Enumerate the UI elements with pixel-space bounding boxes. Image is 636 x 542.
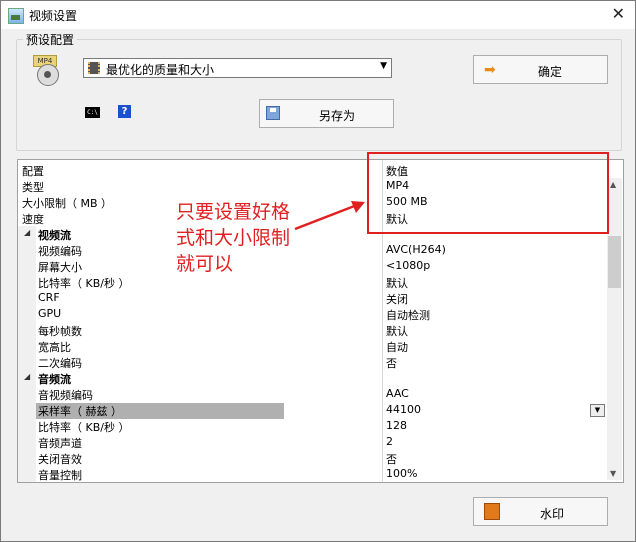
chevron-down-icon[interactable]: ▼: [590, 404, 605, 417]
help-icon[interactable]: ?: [118, 105, 131, 118]
row-key: GPU: [38, 307, 62, 320]
row-key: 大小限制（ MB ）: [22, 197, 113, 210]
row-gutter: [18, 402, 36, 418]
row-value[interactable]: 否: [386, 451, 397, 467]
preset-group-label: 预设配置: [23, 31, 78, 48]
grid-row-aspect-ratio[interactable]: 宽高比 自动: [18, 338, 607, 354]
window-title: 视频设置: [29, 9, 78, 23]
highlight-box: [367, 152, 609, 234]
grid-row-video-bitrate[interactable]: 比特率（ KB/秒 ） 默认: [18, 274, 607, 290]
grid-row-two-pass[interactable]: 二次编码 否: [18, 354, 607, 370]
grid-row-fps[interactable]: 每秒帧数 默认: [18, 322, 607, 338]
grid-row-gpu[interactable]: GPU 自动检测: [18, 306, 607, 322]
grid-row-crf[interactable]: CRF 关闭: [18, 290, 607, 306]
row-gutter: [18, 322, 36, 338]
watermark-icon: [484, 503, 500, 520]
section-audio-stream[interactable]: ◢ 音频流: [18, 370, 607, 386]
film-icon: [88, 62, 100, 74]
row-gutter: [18, 258, 36, 274]
scrollbar-thumb[interactable]: [608, 236, 621, 288]
title-bar: 视频设置 ✕: [1, 1, 635, 29]
grid-row-audio-codec[interactable]: 音视频编码 AAC: [18, 386, 607, 402]
row-gutter: [18, 338, 36, 354]
row-value[interactable]: AAC: [386, 387, 409, 400]
film-reel-icon: [37, 64, 59, 86]
section-title: 视频流: [38, 229, 71, 242]
row-gutter: [18, 274, 36, 290]
row-key: 采样率（ 赫兹 ）: [36, 403, 284, 419]
row-value[interactable]: 44100: [386, 403, 421, 416]
app-icon: [8, 8, 24, 24]
row-key: 每秒帧数: [38, 325, 82, 338]
row-value[interactable]: 默认: [386, 323, 408, 339]
collapse-triangle-icon[interactable]: ◢: [24, 228, 30, 237]
row-key: 宽高比: [38, 341, 71, 354]
row-key: 类型: [22, 181, 44, 194]
row-key: 音视频编码: [38, 389, 93, 402]
row-value[interactable]: 否: [386, 355, 397, 371]
row-value[interactable]: 关闭: [386, 291, 408, 307]
grid-header-key: 配置: [22, 165, 44, 178]
watermark-button[interactable]: 水印: [473, 497, 608, 526]
row-gutter: [18, 242, 36, 258]
annotation-arrow-icon: [294, 201, 365, 231]
grid-row-screen-size[interactable]: 屏幕大小 <1080p: [18, 258, 607, 274]
row-gutter: [18, 306, 36, 322]
section-title: 音频流: [38, 373, 71, 386]
save-as-button[interactable]: 另存为: [259, 99, 394, 128]
mp4-format-icon: MP4: [33, 55, 59, 86]
row-gutter: [18, 434, 36, 450]
row-gutter: [18, 290, 36, 306]
row-key: 比特率（ KB/秒 ）: [38, 277, 130, 290]
row-gutter: [18, 386, 36, 402]
collapse-triangle-icon[interactable]: ◢: [24, 372, 30, 381]
preset-select[interactable]: 最优化的质量和大小 ▼: [83, 58, 392, 78]
row-value[interactable]: 默认: [386, 275, 408, 291]
preset-select-value: 最优化的质量和大小: [106, 63, 215, 77]
grid-row-sample-rate[interactable]: 采样率（ 赫兹 ） 44100 ▼: [18, 402, 607, 419]
row-key: 视频编码: [38, 245, 82, 258]
row-key: 关闭音效: [38, 453, 82, 466]
row-key: 二次编码: [38, 357, 82, 370]
ok-button-label: 确定: [538, 65, 563, 79]
close-icon[interactable]: ✕: [612, 4, 625, 23]
row-key: 音量控制: [38, 469, 82, 482]
grid-row-audio-bitrate[interactable]: 比特率（ KB/秒 ） 128: [18, 418, 607, 434]
command-line-icon[interactable]: C:\: [85, 107, 100, 118]
ok-button[interactable]: ➡ 确定: [473, 55, 608, 84]
grid-row-volume[interactable]: 音量控制 100%: [18, 466, 607, 482]
row-key: CRF: [38, 291, 60, 304]
row-value[interactable]: AVC(H264): [386, 243, 446, 256]
video-settings-window: 视频设置 ✕ 预设配置 MP4 最优化的质量和大小 ▼ ➡ 确定 C:\ ? 另…: [0, 0, 636, 542]
vertical-scrollbar[interactable]: ▲ ▼: [607, 178, 622, 480]
arrow-right-icon: ➡: [484, 62, 496, 78]
row-value[interactable]: 自动: [386, 339, 408, 355]
grid-row-disable-audio[interactable]: 关闭音效 否: [18, 450, 607, 466]
row-value[interactable]: 100%: [386, 467, 417, 480]
watermark-button-label: 水印: [540, 507, 565, 521]
row-key: 比特率（ KB/秒 ）: [38, 421, 130, 434]
row-value[interactable]: 2: [386, 435, 393, 448]
save-as-button-label: 另存为: [319, 109, 356, 123]
row-gutter: [18, 466, 36, 482]
row-gutter: [18, 354, 36, 370]
grid-row-video-codec[interactable]: 视频编码 AVC(H264): [18, 242, 607, 258]
annotation-text: 只要设置好格式和大小限制就可以: [176, 201, 291, 275]
row-key: 屏幕大小: [38, 261, 82, 274]
grid-row-audio-channels[interactable]: 音频声道 2: [18, 434, 607, 450]
row-value[interactable]: 128: [386, 419, 407, 432]
row-value[interactable]: <1080p: [386, 259, 430, 272]
floppy-disk-icon: [266, 106, 280, 120]
row-gutter: [18, 450, 36, 466]
row-value[interactable]: 自动检测: [386, 307, 430, 323]
row-key: 速度: [22, 213, 44, 226]
row-key: 音频声道: [38, 437, 82, 450]
chevron-down-icon[interactable]: ▼: [380, 61, 387, 71]
row-gutter: [18, 418, 36, 434]
scroll-down-icon[interactable]: ▼: [610, 469, 616, 478]
scroll-up-icon[interactable]: ▲: [610, 180, 616, 189]
